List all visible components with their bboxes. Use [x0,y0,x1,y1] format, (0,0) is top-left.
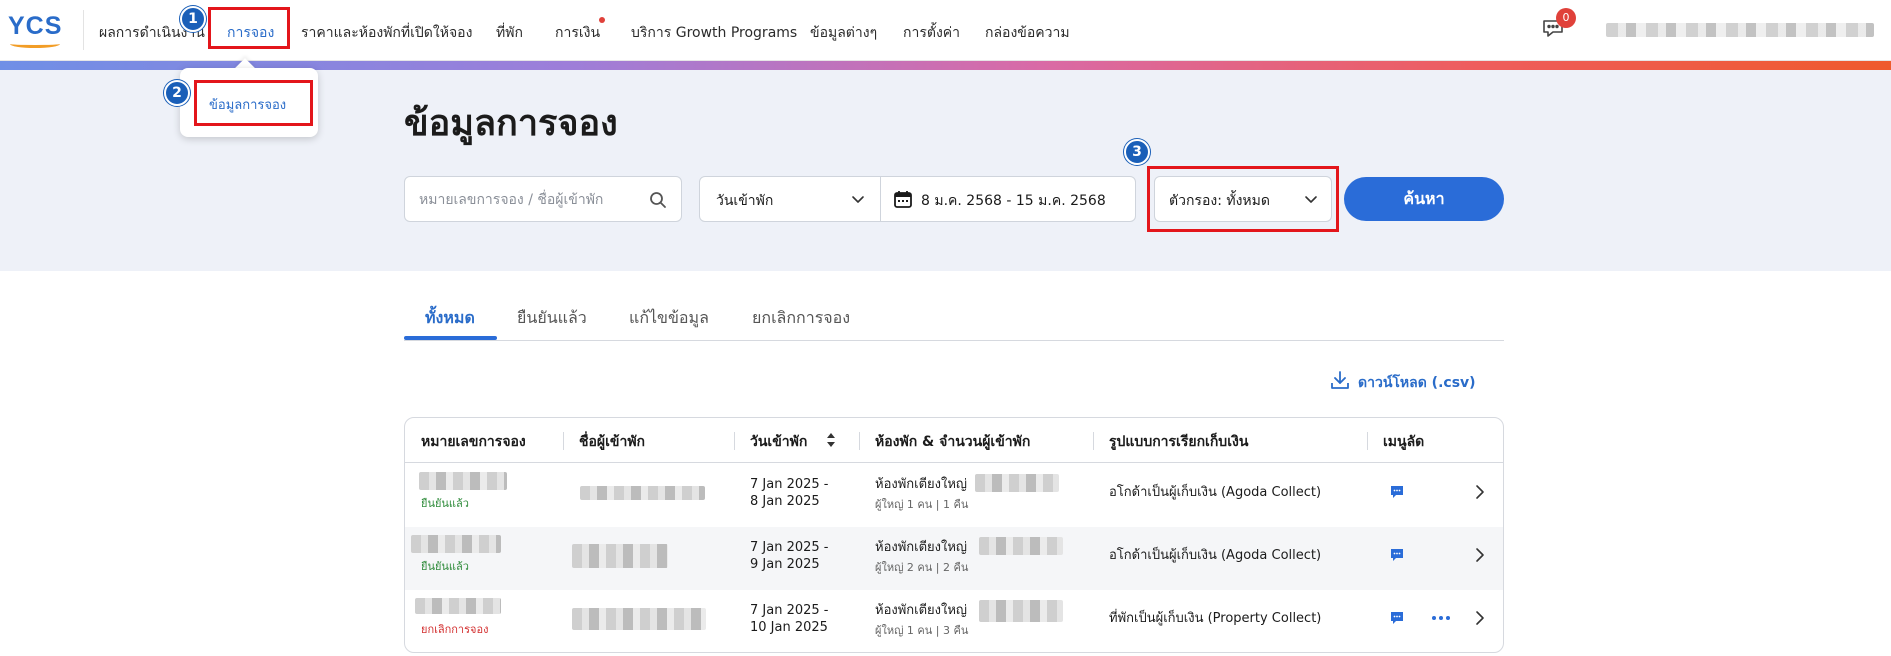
room-type: ห้องพักเตียงใหญ่ [875,603,968,618]
checkout-date: 10 Jan 2025 [750,620,828,635]
column-divider [563,432,564,450]
search-button[interactable]: ค้นหา [1344,177,1504,221]
date-type-value: วันเข้าพัก [716,193,774,209]
nav-item-finance[interactable]: การเงิน [555,22,600,44]
page-title: ข้อมูลการจอง [404,103,618,144]
table-row[interactable]: ยกเลิกการจอง 7 Jan 2025 - 10 Jan 2025 ห้… [405,590,1503,652]
download-icon [1331,371,1349,389]
payment-model: อโกด้าเป็นผู้เก็บเงิน (Agoda Collect) [1109,485,1322,500]
user-account-menu[interactable] [1606,23,1874,37]
col-header-guest-name: ชื่อผู้เข้าพัก [579,434,646,450]
payment-model: อโกด้าเป็นผู้เก็บเงิน (Agoda Collect) [1109,548,1322,563]
chevron-right-icon[interactable] [1473,610,1487,626]
table-header: หมายเลขการจอง ชื่อผู้เข้าพัก วันเข้าพัก … [405,418,1503,463]
column-divider [859,432,860,450]
more-icon[interactable] [1430,610,1452,626]
bookings-table: หมายเลขการจอง ชื่อผู้เข้าพัก วันเข้าพัก … [404,417,1504,653]
date-filter: วันเข้าพัก 8 ม.ค. 2568 - 15 ม.ค. 2568 [699,176,1136,222]
message-icon[interactable] [1389,547,1405,563]
tab-cancelled[interactable]: ยกเลิกการจอง [752,306,850,331]
col-header-room-guests: ห้องพัก & จำนวนผู้เข้าพัก [875,434,1031,450]
column-divider [734,432,735,450]
nav-item-property[interactable]: ที่พัก [496,22,523,44]
booking-status: ยืนยันแล้ว [421,560,469,573]
guest-name-redacted [572,608,706,630]
nav-item-rates-availability[interactable]: ราคาและห้องพักที่เปิดให้จอง [301,22,472,44]
nav-item-information[interactable]: ข้อมูลต่างๆ [810,22,877,44]
search-input[interactable] [419,189,639,211]
nav-item-settings[interactable]: การตั้งค่า [903,22,960,44]
guest-count: ผู้ใหญ่ 1 คน | 1 คืน [875,498,969,511]
guest-name-redacted [572,544,668,568]
checkout-date: 8 Jan 2025 [750,494,820,509]
calendar-icon [894,191,912,208]
nav-divider [83,10,84,50]
column-divider [1367,432,1368,450]
booking-status: ยืนยันแล้ว [421,497,469,510]
chevron-right-icon[interactable] [1473,547,1487,563]
booking-status-tabs: ทั้งหมด ยืนยันแล้ว แก้ไขข้อมูล ยกเลิกการ… [404,298,1504,341]
room-name-redacted [979,537,1063,555]
active-tab-indicator [404,336,497,340]
room-name-redacted [975,474,1059,492]
col-header-payment-model: รูปแบบการเรียกเก็บเงิน [1109,434,1249,450]
step-badge-3: 3 [1124,139,1150,165]
nav-item-growth-programs[interactable]: บริการ Growth Programs [631,22,797,44]
col-header-checkin[interactable]: วันเข้าพัก [750,431,807,453]
booking-id-redacted [411,535,501,553]
guest-count: ผู้ใหญ่ 1 คน | 3 คืน [875,624,969,637]
search-field[interactable] [404,176,682,222]
guest-count: ผู้ใหญ่ 2 คน | 2 คืน [875,561,969,574]
column-divider [1093,432,1094,450]
logo-text: YCS [8,12,63,40]
room-type: ห้องพักเตียงใหญ่ [875,540,968,555]
message-icon[interactable] [1389,484,1405,500]
ycs-logo[interactable]: YCS [8,12,64,48]
notification-badge: 0 [1556,8,1576,28]
col-header-booking-id: หมายเลขการจอง [421,434,526,450]
date-range-value: 8 ม.ค. 2568 - 15 ม.ค. 2568 [921,193,1106,209]
tab-confirmed[interactable]: ยืนยันแล้ว [517,306,587,331]
highlight-box-bookings [208,7,290,49]
checkin-date: 7 Jan 2025 - [750,540,829,555]
download-label: ดาวน์โหลด (.csv) [1358,375,1476,391]
payment-model: ที่พักเป็นผู้เก็บเงิน (Property Collect) [1109,611,1322,626]
date-type-select[interactable]: วันเข้าพัก [700,177,881,221]
booking-id-redacted [419,472,507,490]
highlight-box-filter [1147,166,1339,232]
date-range-picker[interactable]: 8 ม.ค. 2568 - 15 ม.ค. 2568 [881,177,1135,221]
table-row[interactable]: ยืนยันแล้ว 7 Jan 2025 - 8 Jan 2025 ห้องพ… [405,464,1503,527]
checkin-date: 7 Jan 2025 - [750,477,829,492]
highlight-box-booking-list [194,80,313,126]
logo-smile [10,40,60,48]
tab-all[interactable]: ทั้งหมด [425,306,475,331]
table-row[interactable]: ยืนยันแล้ว 7 Jan 2025 - 9 Jan 2025 ห้องพ… [405,527,1503,590]
booking-status: ยกเลิกการจอง [421,623,489,636]
search-icon[interactable] [649,191,667,209]
nav-item-inbox[interactable]: กล่องข้อความ [985,22,1070,44]
step-badge-1: 1 [180,6,206,32]
sort-icon[interactable] [825,431,837,449]
finance-notification-dot [599,17,605,23]
chevron-right-icon[interactable] [1473,484,1487,500]
booking-id-redacted [415,598,501,614]
message-icon[interactable] [1389,610,1405,626]
checkout-date: 9 Jan 2025 [750,557,820,572]
guest-name-redacted [580,486,705,500]
checkin-date: 7 Jan 2025 - [750,603,829,618]
step-badge-2: 2 [164,80,190,106]
room-type: ห้องพักเตียงใหญ่ [875,477,968,492]
col-header-shortcuts: เมนูลัด [1383,434,1425,450]
chevron-down-icon [852,196,864,203]
tab-amended[interactable]: แก้ไขข้อมูล [629,306,709,331]
room-name-redacted [979,600,1063,622]
